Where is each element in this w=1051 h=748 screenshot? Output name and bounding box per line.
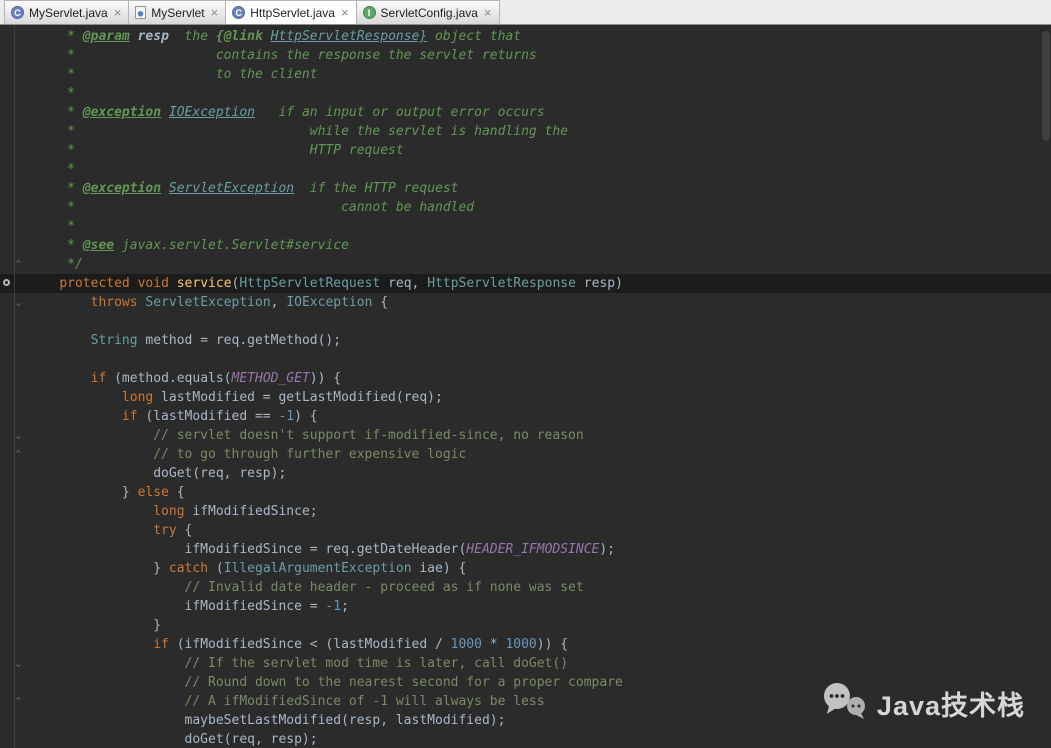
tab-label: HttpServlet.java: [250, 6, 335, 20]
code-line-text: if (ifModifiedSince < (lastModified / 10…: [28, 635, 568, 654]
code-line[interactable]: * @exception ServletException if the HTT…: [0, 179, 1051, 198]
code-line[interactable]: *: [0, 160, 1051, 179]
code-line[interactable]: * @see javax.servlet.Servlet#service: [0, 236, 1051, 255]
code-line[interactable]: ifModifiedSince = req.getDateHeader(HEAD…: [0, 540, 1051, 559]
code-line-text: * HTTP request: [28, 141, 404, 160]
code-line-text: protected void service(HttpServletReques…: [28, 274, 623, 293]
wechat-bubbles-icon: [821, 681, 867, 726]
code-line-text: // Round down to the nearest second for …: [28, 673, 623, 692]
tab-close-icon[interactable]: ×: [484, 6, 492, 19]
tab-label: MyServlet.java: [29, 6, 108, 20]
code-line-text: long lastModified = getLastModified(req)…: [28, 388, 443, 407]
code-line-text: // servlet doesn't support if-modified-s…: [28, 426, 584, 445]
code-line-text: // Invalid date header - proceed as if n…: [28, 578, 584, 597]
code-line[interactable]: *: [0, 217, 1051, 236]
code-line-text: throws ServletException, IOException {: [28, 293, 388, 312]
code-line[interactable]: ⌄ throws ServletException, IOException {: [0, 293, 1051, 312]
code-line[interactable]: * @exception IOException if an input or …: [0, 103, 1051, 122]
code-line-text: // to go through further expensive logic: [28, 445, 466, 464]
tab-label: ServletConfig.java: [381, 6, 478, 20]
code-line[interactable]: }: [0, 616, 1051, 635]
code-line[interactable]: ⌃ // to go through further expensive log…: [0, 445, 1051, 464]
code-line-text: * to the client: [28, 65, 318, 84]
interface-icon: I: [363, 6, 376, 19]
tab-close-icon[interactable]: ×: [341, 6, 349, 19]
code-line-text: ifModifiedSince = -1;: [28, 597, 349, 616]
class-icon: C: [11, 6, 24, 19]
watermark: Java技术栈: [821, 681, 1025, 726]
tab-servletconfig-java[interactable]: I ServletConfig.java ×: [356, 0, 500, 24]
code-line[interactable]: doGet(req, resp);: [0, 464, 1051, 483]
code-line-text: *: [28, 217, 75, 236]
code-line-text: * @see javax.servlet.Servlet#service: [28, 236, 349, 255]
code-line-text: // A ifModifiedSince of -1 will always b…: [28, 692, 545, 711]
code-line-text: * contains the response the servlet retu…: [28, 46, 537, 65]
code-line-text: if (lastModified == -1) {: [28, 407, 318, 426]
code-line-text: */: [28, 255, 83, 274]
code-line[interactable]: doGet(req, resp);: [0, 730, 1051, 748]
code-line[interactable]: } else {: [0, 483, 1051, 502]
code-line[interactable]: long ifModifiedSince;: [0, 502, 1051, 521]
code-line[interactable]: * to the client: [0, 65, 1051, 84]
code-line-text: * @exception IOException if an input or …: [28, 103, 545, 122]
tab-bar: C MyServlet.java × MyServlet × C HttpServlet.j…: [0, 0, 1051, 25]
code-line-text: * @exception ServletException if the HTT…: [28, 179, 459, 198]
code-line[interactable]: * HTTP request: [0, 141, 1051, 160]
code-line[interactable]: if (method.equals(METHOD_GET)) {: [0, 369, 1051, 388]
code-line[interactable]: try {: [0, 521, 1051, 540]
code-line[interactable]: [0, 312, 1051, 331]
code-line[interactable]: [0, 350, 1051, 369]
code-line[interactable]: * @param resp the {@link HttpServletResp…: [0, 27, 1051, 46]
tab-label: MyServlet: [151, 6, 204, 20]
code-line-text: // If the servlet mod time is later, cal…: [28, 654, 568, 673]
code-line-text: *: [28, 84, 75, 103]
code-line[interactable]: ⌄ // servlet doesn't support if-modified…: [0, 426, 1051, 445]
code-line[interactable]: long lastModified = getLastModified(req)…: [0, 388, 1051, 407]
class-icon: C: [232, 6, 245, 19]
code-area: * @param resp the {@link HttpServletResp…: [0, 27, 1051, 748]
code-line-text: }: [28, 616, 161, 635]
current-code-line[interactable]: protected void service(HttpServletReques…: [0, 274, 1051, 293]
tab-myservlet[interactable]: MyServlet ×: [128, 0, 226, 24]
scrollbar-thumb[interactable]: [1042, 31, 1050, 141]
code-line-text: ifModifiedSince = req.getDateHeader(HEAD…: [28, 540, 615, 559]
code-line-text: } catch (IllegalArgumentException iae) {: [28, 559, 466, 578]
code-line-text: * while the servlet is handling the: [28, 122, 568, 141]
file-icon: [135, 6, 146, 19]
code-line-text: long ifModifiedSince;: [28, 502, 318, 521]
gutter-divider: [14, 25, 15, 748]
editor: * @param resp the {@link HttpServletResp…: [0, 25, 1051, 748]
code-line[interactable]: * while the servlet is handling the: [0, 122, 1051, 141]
code-line-text: maybeSetLastModified(resp, lastModified)…: [28, 711, 505, 730]
code-line[interactable]: * contains the response the servlet retu…: [0, 46, 1051, 65]
code-line-text: *: [28, 160, 75, 179]
code-line-text: try {: [28, 521, 192, 540]
tab-httpservlet-java[interactable]: C HttpServlet.java ×: [225, 0, 356, 24]
code-line-text: String method = req.getMethod();: [28, 331, 341, 350]
code-line-text: * cannot be handled: [28, 198, 474, 217]
code-line[interactable]: ⌄ // If the servlet mod time is later, c…: [0, 654, 1051, 673]
code-line-text: * @param resp the {@link HttpServletResp…: [28, 27, 521, 46]
code-line[interactable]: String method = req.getMethod();: [0, 331, 1051, 350]
code-line-text: } else {: [28, 483, 185, 502]
code-line[interactable]: ifModifiedSince = -1;: [0, 597, 1051, 616]
code-line[interactable]: if (ifModifiedSince < (lastModified / 10…: [0, 635, 1051, 654]
watermark-text: Java技术栈: [877, 684, 1025, 723]
tab-close-icon[interactable]: ×: [114, 6, 122, 19]
code-line[interactable]: // Invalid date header - proceed as if n…: [0, 578, 1051, 597]
gutter-ring-icon[interactable]: [3, 279, 10, 286]
tab-close-icon[interactable]: ×: [211, 6, 219, 19]
scrollbar[interactable]: [1040, 25, 1051, 748]
code-line[interactable]: ⌃ */: [0, 255, 1051, 274]
code-line-text: doGet(req, resp);: [28, 730, 318, 748]
tab-myservlet-java[interactable]: C MyServlet.java ×: [4, 0, 129, 24]
code-line[interactable]: if (lastModified == -1) {: [0, 407, 1051, 426]
code-line-text: if (method.equals(METHOD_GET)) {: [28, 369, 341, 388]
code-line-text: doGet(req, resp);: [28, 464, 286, 483]
code-line[interactable]: *: [0, 84, 1051, 103]
code-line[interactable]: } catch (IllegalArgumentException iae) {: [0, 559, 1051, 578]
code-line[interactable]: * cannot be handled: [0, 198, 1051, 217]
